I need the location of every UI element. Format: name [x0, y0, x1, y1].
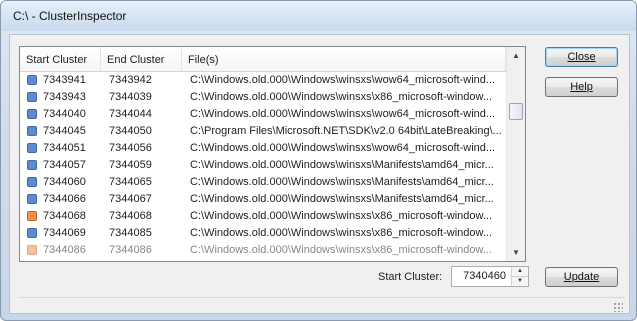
- cluster-color-chip-icon: [27, 228, 37, 238]
- end-cluster-cell: 7344068: [109, 210, 152, 222]
- start-cluster-input[interactable]: 7340460 ▲ ▼: [451, 266, 529, 287]
- end-cluster-cell: 7344086: [109, 244, 152, 256]
- cluster-color-chip-icon: [27, 75, 37, 85]
- spin-down-icon[interactable]: ▼: [512, 277, 528, 286]
- table-row[interactable]: 7344069 7344085 C:\Windows.old.000\Windows…: [20, 225, 506, 242]
- file-path-cell: C:\Windows.old.000\Windows\winsxs\x86_mi…: [190, 210, 493, 222]
- cluster-color-chip-icon: [27, 211, 37, 221]
- scroll-thumb[interactable]: [509, 103, 523, 120]
- start-cluster-cell: 7344040: [43, 108, 86, 120]
- file-path-cell: C:\Windows.old.000\Windows\winsxs\wow64_…: [190, 108, 496, 120]
- scroll-down-arrow-icon[interactable]: ▼: [507, 244, 525, 261]
- table-row[interactable]: 7344086 7344086 C:\Windows.old.000\Windows…: [20, 242, 506, 259]
- cluster-color-chip-icon: [27, 126, 37, 136]
- start-cluster-cell: 7343943: [43, 91, 86, 103]
- column-header-start-cluster[interactable]: Start Cluster: [20, 47, 101, 71]
- start-cluster-cell: 7344057: [43, 159, 86, 171]
- cluster-color-chip-icon: [27, 109, 37, 119]
- help-button[interactable]: Help: [545, 77, 618, 97]
- file-path-cell: C:\Windows.old.000\Windows\winsxs\wow64_…: [190, 142, 496, 154]
- help-button-label: Help: [570, 81, 593, 93]
- start-cluster-cell: 7344086: [43, 244, 86, 256]
- column-header-end-cluster[interactable]: End Cluster: [101, 47, 182, 71]
- table-row[interactable]: 7344051 7344056 C:\Windows.old.000\Windows…: [20, 140, 506, 157]
- vertical-scrollbar[interactable]: ▲ ▼: [506, 47, 525, 261]
- end-cluster-cell: 7344050: [109, 125, 152, 137]
- file-path-cell: C:\Windows.old.000\Windows\winsxs\Manife…: [190, 176, 494, 188]
- resize-grip-icon[interactable]: [613, 302, 623, 312]
- dialog-client-area: Start Cluster End Cluster File(s) 734394…: [9, 34, 630, 314]
- update-button[interactable]: Update: [545, 267, 618, 287]
- close-button[interactable]: Close: [545, 47, 618, 67]
- start-cluster-cell: 7344068: [43, 210, 86, 222]
- table-row[interactable]: 7343941 7343942 C:\Windows.old.000\Windows…: [20, 72, 506, 89]
- list-header: Start Cluster End Cluster File(s): [20, 47, 506, 72]
- file-path-cell: C:\Windows.old.000\Windows\winsxs\Manife…: [190, 193, 494, 205]
- start-cluster-cell: 7344051: [43, 142, 86, 154]
- end-cluster-cell: 7344085: [109, 227, 152, 239]
- title-bar[interactable]: C:\ - ClusterInspector: [1, 1, 636, 31]
- file-path-cell: C:\Windows.old.000\Windows\winsxs\wow64_…: [190, 74, 496, 86]
- status-bar: [19, 297, 625, 313]
- table-row[interactable]: 7343943 7344039 C:\Windows.old.000\Windows…: [20, 89, 506, 106]
- table-row[interactable]: 7344060 7344065 C:\Windows.old.000\Windows…: [20, 174, 506, 191]
- end-cluster-cell: 7343942: [109, 74, 152, 86]
- end-cluster-cell: 7344044: [109, 108, 152, 120]
- cluster-color-chip-icon: [27, 160, 37, 170]
- cluster-color-chip-icon: [27, 177, 37, 187]
- start-cluster-cell: 7344069: [43, 227, 86, 239]
- close-button-label: Close: [567, 51, 596, 63]
- start-cluster-cell: 7344066: [43, 193, 86, 205]
- list-rows: 7343941 7343942 C:\Windows.old.000\Windows…: [20, 72, 506, 260]
- cluster-inspector-window: C:\ - ClusterInspector Start Cluster End…: [0, 0, 637, 321]
- table-row[interactable]: 7344040 7344044 C:\Windows.old.000\Windows…: [20, 106, 506, 123]
- start-cluster-cell: 7344045: [43, 125, 86, 137]
- spin-up-icon[interactable]: ▲: [512, 267, 528, 277]
- cluster-color-chip-icon: [27, 143, 37, 153]
- file-path-cell: C:\Program Files\Microsoft.NET\SDK\v2.0 …: [190, 125, 502, 137]
- column-header-files[interactable]: File(s): [182, 47, 506, 71]
- scroll-up-arrow-icon[interactable]: ▲: [507, 47, 525, 64]
- file-path-cell: C:\Windows.old.000\Windows\winsxs\x86_mi…: [190, 91, 493, 103]
- end-cluster-cell: 7344067: [109, 193, 152, 205]
- file-path-cell: C:\Windows.old.000\Windows\winsxs\x86_mi…: [190, 244, 493, 256]
- end-cluster-cell: 7344056: [109, 142, 152, 154]
- cluster-color-chip-icon: [27, 92, 37, 102]
- end-cluster-cell: 7344039: [109, 91, 152, 103]
- end-cluster-cell: 7344065: [109, 176, 152, 188]
- window-title: C:\ - ClusterInspector: [13, 9, 127, 23]
- cluster-color-chip-icon: [27, 245, 37, 255]
- start-cluster-cell: 7343941: [43, 74, 86, 86]
- table-row[interactable]: 7344066 7344067 C:\Windows.old.000\Windows…: [20, 191, 506, 208]
- cluster-list-view[interactable]: Start Cluster End Cluster File(s) 734394…: [19, 46, 526, 262]
- table-row[interactable]: 7344068 7344068 C:\Windows.old.000\Windows…: [20, 208, 506, 225]
- start-cluster-cell: 7344060: [43, 176, 86, 188]
- start-cluster-label: Start Cluster:: [378, 271, 443, 283]
- start-cluster-value: 7340460: [463, 270, 506, 282]
- file-path-cell: C:\Windows.old.000\Windows\winsxs\Manife…: [190, 159, 494, 171]
- file-path-cell: C:\Windows.old.000\Windows\winsxs\x86_mi…: [190, 227, 493, 239]
- start-cluster-spinner[interactable]: ▲ ▼: [511, 267, 528, 286]
- end-cluster-cell: 7344059: [109, 159, 152, 171]
- table-row[interactable]: 7344057 7344059 C:\Windows.old.000\Windows…: [20, 157, 506, 174]
- update-button-label: Update: [563, 271, 600, 283]
- cluster-color-chip-icon: [27, 194, 37, 204]
- table-row[interactable]: 7344045 7344050 C:\Program Files\Microsoft…: [20, 123, 506, 140]
